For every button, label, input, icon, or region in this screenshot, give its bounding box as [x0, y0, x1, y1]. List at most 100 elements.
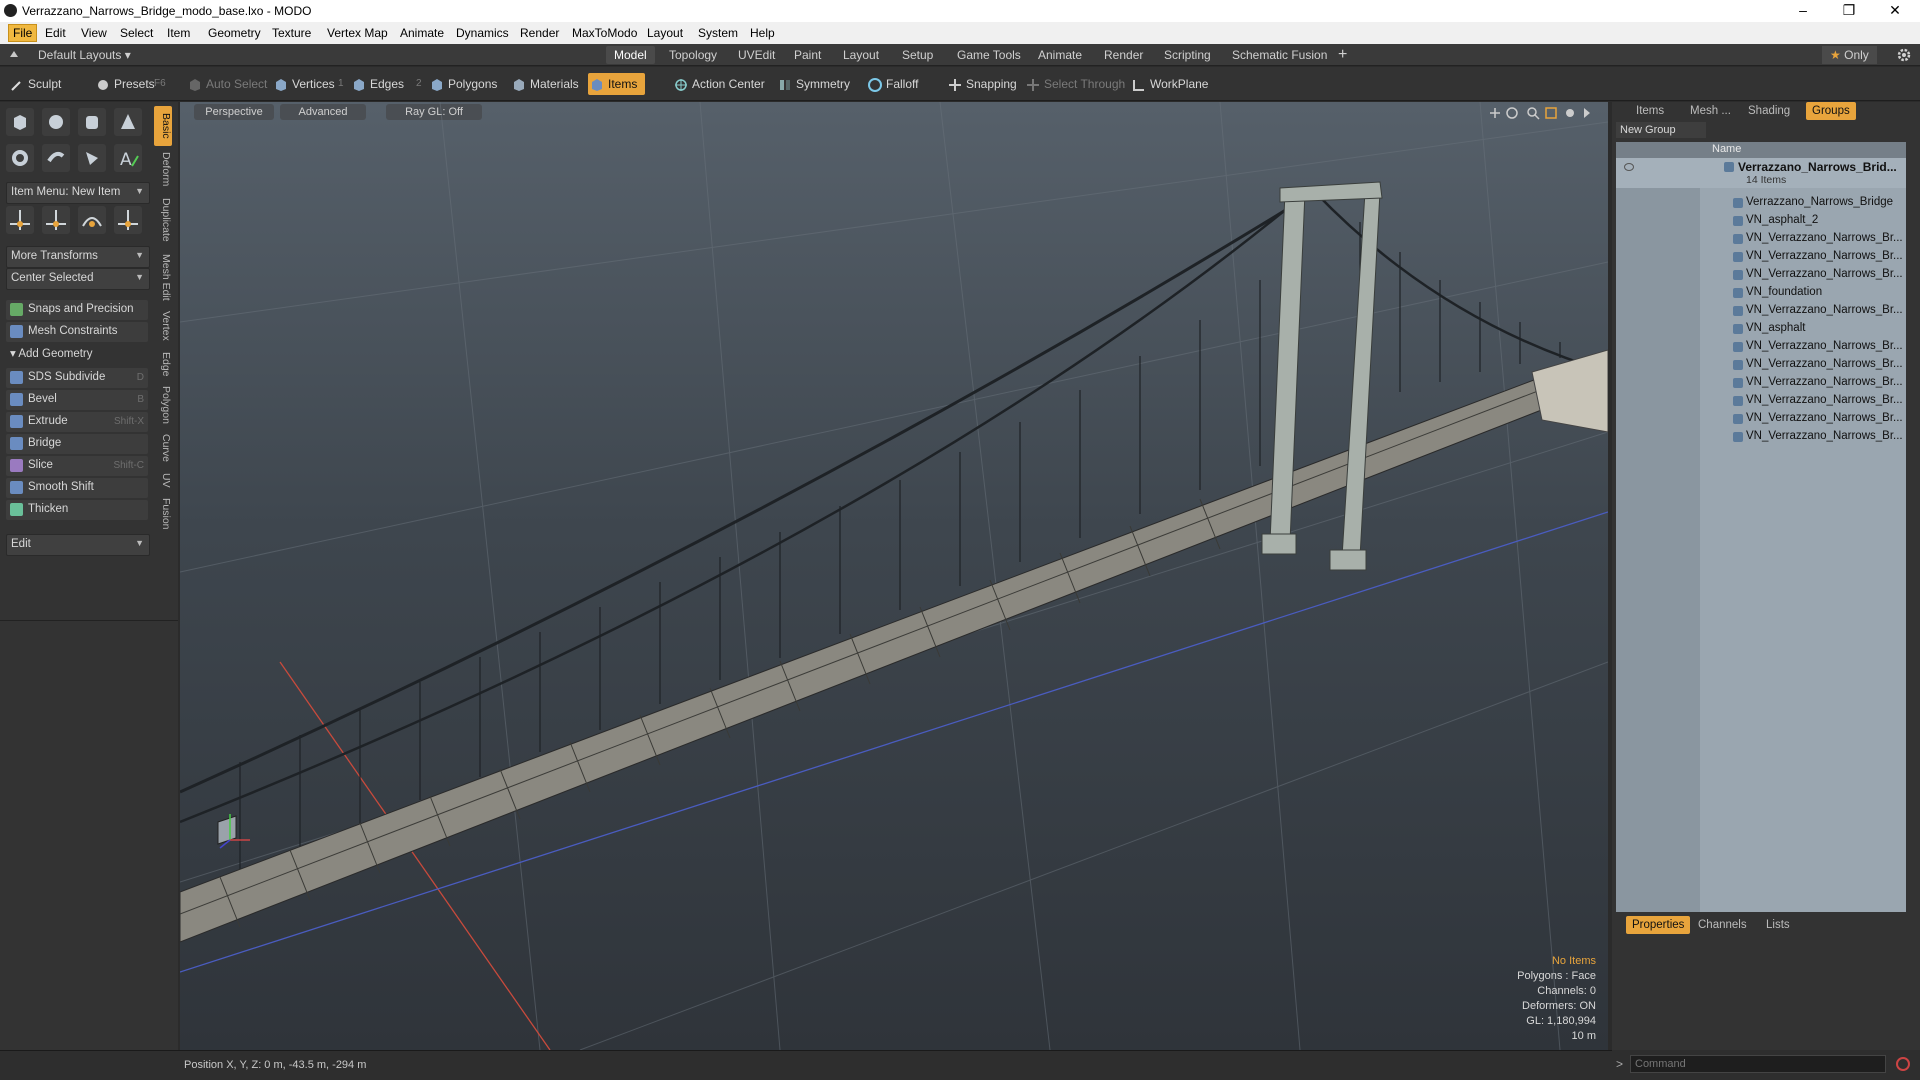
vtab-fusion[interactable]: Fusion	[154, 494, 172, 534]
group-row[interactable]: Verrazzano_Narrows_Brid... 14 Items	[1616, 158, 1906, 188]
bevel-button[interactable]: Bevel B	[6, 390, 148, 410]
eye-icon[interactable]	[1624, 163, 1634, 171]
restore-button[interactable]: ❐	[1826, 0, 1872, 22]
item-menu-dropdown[interactable]: Item Menu: New Item ▼	[6, 182, 150, 204]
scale-tool-icon[interactable]	[78, 206, 106, 234]
list-item[interactable]: VN_foundation	[1616, 284, 1906, 302]
bridge-button[interactable]: Bridge	[6, 434, 148, 454]
close-button[interactable]: ✕	[1872, 0, 1918, 22]
tab-scripting[interactable]: Scripting	[1156, 46, 1219, 64]
menu-view[interactable]: View	[78, 26, 110, 40]
snapping-button[interactable]: Snapping	[946, 73, 1017, 95]
menu-maxtomodo[interactable]: MaxToModo	[569, 26, 640, 40]
only-toggle[interactable]: ★ Only	[1822, 46, 1877, 64]
tab-lists[interactable]: Lists	[1760, 916, 1796, 934]
vtab-basic[interactable]: Basic	[154, 106, 172, 146]
menu-dynamics[interactable]: Dynamics	[453, 26, 512, 40]
command-input[interactable]	[1630, 1055, 1886, 1073]
menu-system[interactable]: System	[695, 26, 741, 40]
text-tool-icon[interactable]: A	[114, 144, 142, 172]
gear-icon[interactable]	[1896, 47, 1912, 63]
tab-topology[interactable]: Topology	[661, 46, 725, 64]
vtab-mesh-edit[interactable]: Mesh Edit	[154, 250, 172, 304]
menu-item[interactable]: Item	[164, 26, 193, 40]
thicken-button[interactable]: Thicken	[6, 500, 148, 520]
sculpt-button[interactable]: Sculpt	[8, 73, 108, 95]
auto-select-button[interactable]: Auto Select	[186, 73, 267, 95]
layout-menu-icon[interactable]	[8, 48, 20, 60]
edit-dropdown[interactable]: Edit ▼	[6, 534, 150, 556]
menu-vertex-map[interactable]: Vertex Map	[324, 26, 391, 40]
vertices-button[interactable]: Vertices	[272, 73, 335, 95]
add-tab-button[interactable]: +	[1330, 46, 1355, 64]
falloff-button[interactable]: Falloff	[866, 73, 918, 95]
menu-render[interactable]: Render	[517, 26, 562, 40]
list-item[interactable]: VN_asphalt_2	[1616, 212, 1906, 230]
vtab-deform[interactable]: Deform	[154, 148, 172, 190]
capsule-icon[interactable]	[42, 144, 70, 172]
materials-button[interactable]: Materials	[510, 73, 579, 95]
list-item[interactable]: Verrazzano_Narrows_Bridge	[1616, 194, 1906, 212]
new-group-button[interactable]: New Group	[1616, 122, 1706, 138]
3d-viewport[interactable]: Perspective Advanced Ray GL: Off No Item…	[180, 102, 1608, 1050]
add-geometry-header[interactable]: ▾ Add Geometry	[6, 346, 148, 362]
list-item[interactable]: VN_Verrazzano_Narrows_Br...	[1616, 356, 1906, 374]
more-transforms-dropdown[interactable]: More Transforms ▼	[6, 246, 150, 268]
vtab-polygon[interactable]: Polygon	[154, 382, 172, 428]
list-item[interactable]: VN_asphalt	[1616, 320, 1906, 338]
list-item[interactable]: VN_Verrazzano_Narrows_Br...	[1616, 302, 1906, 320]
menu-file[interactable]: File	[8, 24, 38, 42]
menu-select[interactable]: Select	[117, 26, 156, 40]
select-through-button[interactable]: Select Through	[1024, 73, 1125, 95]
list-item[interactable]: VN_Verrazzano_Narrows_Br...	[1616, 338, 1906, 356]
edges-button[interactable]: Edges	[350, 73, 404, 95]
list-item[interactable]: VN_Verrazzano_Narrows_Br...	[1616, 410, 1906, 428]
center-selected-dropdown[interactable]: Center Selected ▼	[6, 268, 150, 290]
tab-shading[interactable]: Shading	[1742, 102, 1796, 120]
presets-button[interactable]: Presets	[94, 73, 188, 95]
vtab-uv[interactable]: UV	[154, 468, 172, 492]
tab-items[interactable]: Items	[1630, 102, 1670, 120]
tab-uvedit[interactable]: UVEdit	[730, 46, 783, 64]
list-item[interactable]: VN_Verrazzano_Narrows_Br...	[1616, 392, 1906, 410]
command-clear-icon[interactable]	[1896, 1057, 1910, 1071]
menu-texture[interactable]: Texture	[269, 26, 314, 40]
mesh-constraints-button[interactable]: Mesh Constraints	[6, 322, 148, 342]
cone-icon[interactable]	[114, 108, 142, 136]
polygons-button[interactable]: Polygons	[428, 73, 497, 95]
list-item[interactable]: VN_Verrazzano_Narrows_Br...	[1616, 248, 1906, 266]
slice-button[interactable]: Slice Shift-C	[6, 456, 148, 476]
tab-groups[interactable]: Groups	[1806, 102, 1856, 120]
pen-tool-icon[interactable]	[78, 144, 106, 172]
list-item[interactable]: VN_Verrazzano_Narrows_Br...	[1616, 266, 1906, 284]
smooth-shift-button[interactable]: Smooth Shift	[6, 478, 148, 498]
vtab-duplicate[interactable]: Duplicate	[154, 192, 172, 248]
extrude-button[interactable]: Extrude Shift-X	[6, 412, 148, 432]
list-item[interactable]: VN_Verrazzano_Narrows_Br...	[1616, 230, 1906, 248]
default-layouts-dropdown[interactable]: Default Layouts ▾	[30, 46, 139, 64]
symmetry-button[interactable]: Symmetry	[776, 73, 850, 95]
minimize-button[interactable]: –	[1780, 0, 1826, 22]
menu-animate[interactable]: Animate	[397, 26, 447, 40]
move-tool-icon[interactable]	[6, 206, 34, 234]
vtab-edge[interactable]: Edge	[154, 348, 172, 380]
list-item[interactable]: VN_Verrazzano_Narrows_Br...	[1616, 428, 1906, 446]
tab-schematic-fusion[interactable]: Schematic Fusion	[1224, 46, 1335, 64]
menu-layout[interactable]: Layout	[644, 26, 686, 40]
sds-subdivide-button[interactable]: SDS Subdivide D	[6, 368, 148, 388]
cube-icon[interactable]	[6, 108, 34, 136]
tab-render[interactable]: Render	[1096, 46, 1151, 64]
cylinder-icon[interactable]	[78, 108, 106, 136]
vtab-vertex[interactable]: Vertex	[154, 306, 172, 346]
rotate-tool-icon[interactable]	[42, 206, 70, 234]
action-center-button[interactable]: Action Center	[672, 73, 765, 95]
snaps-precision-button[interactable]: Snaps and Precision	[6, 300, 148, 320]
vtab-curve[interactable]: Curve	[154, 430, 172, 466]
tab-paint[interactable]: Paint	[786, 46, 829, 64]
menu-geometry[interactable]: Geometry	[205, 26, 264, 40]
torus-icon[interactable]	[6, 144, 34, 172]
menu-help[interactable]: Help	[747, 26, 778, 40]
menu-edit[interactable]: Edit	[42, 26, 69, 40]
workplane-button[interactable]: WorkPlane	[1130, 73, 1208, 95]
tab-mesh[interactable]: Mesh ...	[1684, 102, 1737, 120]
